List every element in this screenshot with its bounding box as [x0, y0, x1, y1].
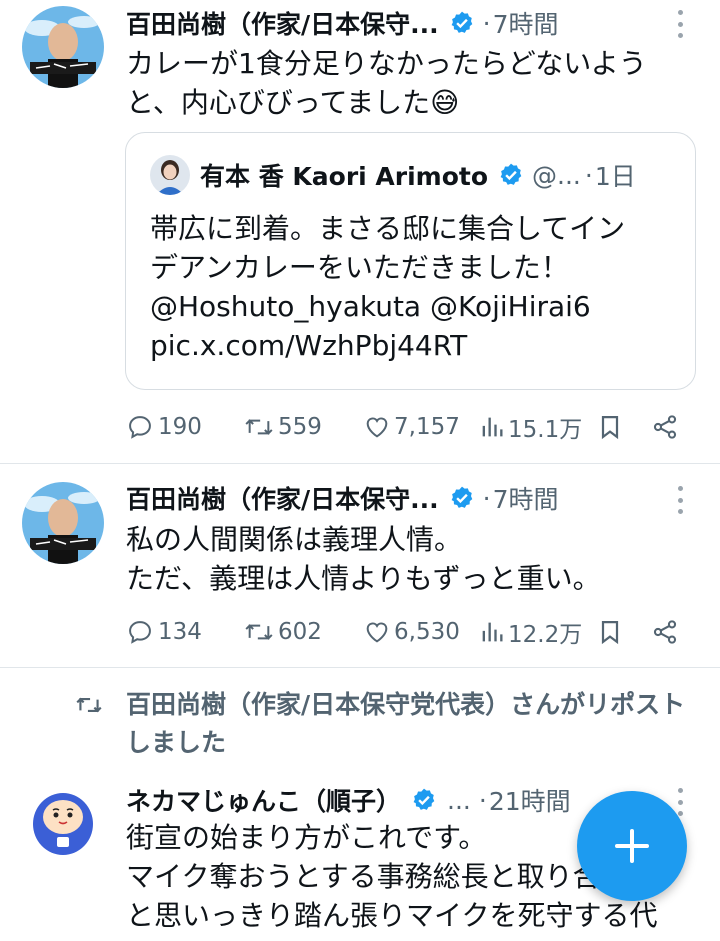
reply-icon — [129, 416, 151, 439]
tweet-text: 私の人間関係は義理人情。 ただ、義理は人情よりもずっと重い。 — [126, 523, 601, 595]
plus-icon — [615, 829, 649, 863]
separator-dot: · — [482, 8, 491, 38]
repost-icon — [76, 697, 102, 713]
tweet-text: カレーが1食分足りなかったらどないよう と、内心びびってました😅 — [126, 47, 647, 119]
views-icon — [482, 417, 503, 437]
verified-badge-icon — [451, 486, 472, 508]
timestamp[interactable]: 7時間 — [493, 5, 559, 41]
timestamp[interactable]: 21時間 — [489, 782, 571, 818]
mention-links: @Hoshuto_hyakuta @KojiHirai6 — [150, 290, 591, 323]
like-count: 6,530 — [394, 619, 460, 645]
handle: ... — [447, 785, 471, 815]
verified-badge-icon — [451, 11, 472, 33]
reply-icon — [129, 621, 151, 644]
author-name[interactable]: ネカマじゅんこ（順子） — [126, 782, 401, 818]
quoted-timestamp[interactable]: 1日 — [595, 157, 636, 193]
bookmark-icon — [601, 415, 619, 440]
separator-dot: · — [584, 160, 593, 190]
timestamp[interactable]: 7時間 — [493, 480, 559, 516]
more-vertical-icon[interactable] — [678, 788, 686, 816]
action-bar: 190 559 7,157 15.1万 — [126, 407, 686, 447]
separator-dot: · — [482, 483, 491, 513]
quoted-text: 帯広に到着。まさる邸に集合してイン デアンカレーをいただきました！ @Hoshu… — [150, 209, 681, 365]
view-count: 12.2万 — [508, 622, 583, 648]
repost-icon — [245, 419, 273, 435]
verified-badge-icon — [413, 788, 435, 810]
heart-icon — [366, 622, 388, 643]
share-button[interactable] — [651, 407, 679, 447]
author-name[interactable]: 百田尚樹（作家/日本保守... — [126, 480, 439, 516]
quoted-author-name[interactable]: 有本 香 Kaori Arimoto — [200, 157, 488, 193]
tweet[interactable]: 百田尚樹（作家/日本保守... · 7時間 私の人間関係は義理人情。 ただ、義理… — [0, 464, 720, 667]
avatar[interactable] — [22, 482, 104, 564]
heart-icon — [366, 417, 388, 438]
quoted-tweet[interactable]: 有本 香 Kaori Arimoto @... · 1日 帯広に到着。まさる邸に… — [125, 132, 696, 390]
more-vertical-icon[interactable] — [678, 10, 686, 38]
views-button[interactable]: 15.1万 — [478, 407, 582, 447]
like-button[interactable]: 7,157 — [362, 407, 460, 447]
share-button[interactable] — [651, 612, 679, 652]
views-button[interactable]: 12.2万 — [478, 612, 582, 652]
quoted-avatar — [150, 155, 190, 195]
bookmark-button[interactable] — [596, 612, 624, 652]
repost-notice[interactable]: 百田尚樹（作家/日本保守党代表）さんがリポスト しました — [126, 686, 712, 762]
action-bar: 134 602 6,530 12.2万 — [126, 612, 686, 652]
bookmark-icon — [601, 620, 619, 645]
author-photo — [22, 6, 104, 88]
more-vertical-icon[interactable] — [678, 486, 686, 514]
repost-button[interactable]: 602 — [242, 612, 322, 652]
repost-button[interactable]: 559 — [242, 407, 322, 447]
like-count: 7,157 — [394, 414, 460, 440]
separator-dot: · — [478, 785, 487, 815]
share-icon — [653, 415, 677, 439]
quoted-handle: @... — [532, 160, 581, 190]
avatar[interactable] — [26, 784, 100, 858]
like-button[interactable]: 6,530 — [362, 612, 460, 652]
daruma-avatar — [26, 784, 100, 858]
author-photo — [22, 482, 104, 564]
media-link: pic.x.com/WzhPbj44RT — [150, 329, 468, 362]
views-icon — [482, 622, 503, 642]
reply-count: 134 — [158, 619, 202, 645]
repost-count: 602 — [278, 619, 322, 645]
verified-badge-icon — [500, 163, 522, 185]
bookmark-button[interactable] — [596, 407, 624, 447]
author-name[interactable]: 百田尚樹（作家/日本保守... — [126, 5, 439, 41]
repost-icon — [245, 624, 273, 640]
reply-count: 190 — [158, 414, 202, 440]
share-icon — [653, 620, 677, 644]
avatar[interactable] — [22, 6, 104, 88]
reply-button[interactable]: 190 — [126, 407, 202, 447]
tweet[interactable]: 百田尚樹（作家/日本保守... · 7時間 カレーが1食分足りなかったらどないよ… — [0, 0, 720, 463]
repost-count: 559 — [278, 414, 322, 440]
view-count: 15.1万 — [508, 417, 583, 443]
compose-button[interactable] — [577, 791, 687, 901]
reply-button[interactable]: 134 — [126, 612, 202, 652]
